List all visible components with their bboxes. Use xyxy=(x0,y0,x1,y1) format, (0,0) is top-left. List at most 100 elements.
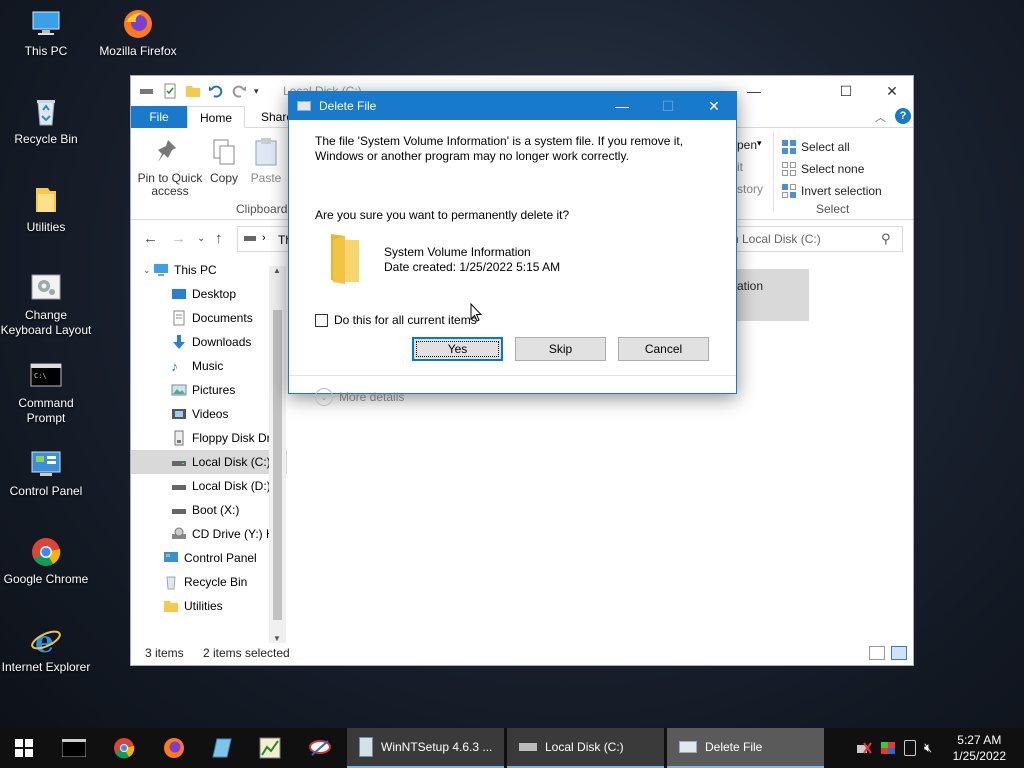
cancel-button[interactable]: Cancel xyxy=(618,337,709,361)
nav-item-music[interactable]: ♪ Music xyxy=(131,354,287,378)
scroll-up-icon[interactable]: ▲ xyxy=(273,266,281,275)
computer-icon xyxy=(30,8,62,40)
taskbar-app-label: WinNTSetup 4.6.3 ... xyxy=(381,740,493,754)
details-view-icon[interactable] xyxy=(869,646,885,660)
volume-muted-icon[interactable]: 🔇︎ xyxy=(924,740,932,756)
desktop-icon-command-prompt[interactable]: C:\ Command Prompt xyxy=(0,360,92,426)
internet-explorer-icon: e xyxy=(30,624,62,660)
system-tray: 🔇︎ xyxy=(856,728,932,768)
desktop-icon-label: Google Chrome xyxy=(3,572,89,586)
desktop-icon-firefox[interactable]: Mozilla Firefox xyxy=(92,8,184,59)
back-button[interactable]: ← xyxy=(143,230,158,247)
taskbar-app-5[interactable] xyxy=(246,728,294,768)
paste-icon xyxy=(250,136,282,168)
clock-date: 1/25/2022 xyxy=(952,749,1006,763)
properties-icon[interactable] xyxy=(162,83,178,99)
undo-icon[interactable] xyxy=(208,83,224,99)
chevron-up-icon[interactable]: ︿ xyxy=(875,109,886,125)
nav-item-pictures[interactable]: Pictures xyxy=(131,378,287,402)
file-item-selected[interactable]: ation xyxy=(737,269,809,321)
taskbar-app-label: Delete File xyxy=(705,740,763,754)
desktop-icon-internet-explorer[interactable]: e Internet Explorer xyxy=(0,624,92,675)
edit-button-partial[interactable]: it xyxy=(737,160,743,174)
desktop-icon-keyboard-layout[interactable]: Change Keyboard Layout xyxy=(0,272,92,338)
nav-item-this-pc[interactable]: ⌄ This PC xyxy=(131,258,287,282)
open-button-partial[interactable]: pen xyxy=(737,138,757,152)
up-button[interactable]: ↑ xyxy=(215,230,223,247)
maximize-button[interactable]: ☐ xyxy=(823,76,869,106)
clock[interactable]: 5:27 AM 1/25/2022 xyxy=(953,732,1006,764)
taskbar-app-4[interactable] xyxy=(198,728,246,768)
display-icon[interactable] xyxy=(880,741,896,755)
nav-item-local-disk-d[interactable]: Local Disk (D:) xyxy=(131,474,287,498)
music-icon: ♪ xyxy=(171,358,178,374)
taskbar-firefox[interactable] xyxy=(150,728,198,768)
yes-button[interactable]: Yes xyxy=(412,337,503,361)
videos-icon xyxy=(171,406,187,422)
redo-icon[interactable] xyxy=(231,83,247,99)
desktop-icon-label: Recycle Bin xyxy=(14,132,78,146)
nav-item-label: Boot (X:) xyxy=(192,503,240,517)
desktop-icon-recycle-bin[interactable]: Recycle Bin xyxy=(0,96,92,147)
tab-file[interactable]: File xyxy=(131,106,187,128)
chevron-down-icon: ▾ xyxy=(757,138,762,148)
desktop-icon-label: This PC xyxy=(24,44,68,58)
select-all-button[interactable]: Select all xyxy=(781,136,882,158)
firefox-icon xyxy=(164,738,184,758)
nav-item-local-disk-c[interactable]: Local Disk (C:) xyxy=(131,450,287,474)
tab-home[interactable]: Home xyxy=(187,106,245,128)
dialog-close-button[interactable]: ✕ xyxy=(691,92,737,120)
pin-quick-access-button[interactable]: Pin to Quick access xyxy=(137,136,203,198)
usb-icon[interactable] xyxy=(904,740,916,756)
taskbar-winntsetup[interactable]: WinNTSetup 4.6.3 ... xyxy=(347,728,504,768)
desktop-icon xyxy=(171,286,187,302)
search-input[interactable]: h Local Disk (C:) xyxy=(723,226,903,252)
network-icon[interactable] xyxy=(856,741,872,755)
nav-item-control-panel[interactable]: Control Panel xyxy=(131,546,287,570)
taskbar-app-6[interactable] xyxy=(296,728,344,768)
paste-button[interactable]: Paste xyxy=(248,136,284,185)
chart-tool-icon xyxy=(259,737,281,759)
nav-item-recycle-bin[interactable]: Recycle Bin xyxy=(131,570,287,594)
large-icons-view-icon[interactable] xyxy=(891,646,907,660)
recent-locations-button[interactable]: ⌄ xyxy=(197,233,205,244)
nav-item-floppy[interactable]: Floppy Disk Dri xyxy=(131,426,287,450)
desktop-icon-control-panel[interactable]: Control Panel xyxy=(0,448,92,499)
nav-item-documents[interactable]: Documents xyxy=(131,306,287,330)
start-button[interactable] xyxy=(0,728,48,768)
apply-all-checkbox[interactable]: Do this for all current items xyxy=(315,313,477,327)
pictures-icon xyxy=(171,382,187,398)
desktop-icon-this-pc[interactable]: This PC xyxy=(0,8,92,59)
dialog-minimize-button[interactable]: — xyxy=(599,92,645,120)
taskbar-local-disk[interactable]: Local Disk (C:) xyxy=(507,728,664,768)
help-icon[interactable]: ? xyxy=(895,108,911,124)
nav-pane-scrollbar[interactable]: ▲ ▼ xyxy=(269,266,286,643)
desktop-icon-utilities[interactable]: Utilities xyxy=(0,184,92,235)
chevron-down-icon: ⌄ xyxy=(143,265,151,275)
skip-button[interactable]: Skip xyxy=(515,337,606,361)
minimize-button[interactable]: — xyxy=(731,76,777,106)
invert-selection-button[interactable]: Invert selection xyxy=(781,180,882,202)
taskbar-chrome[interactable] xyxy=(100,728,148,768)
taskbar: WinNTSetup 4.6.3 ... Local Disk (C:) Del… xyxy=(0,728,1024,768)
scrollbar-thumb[interactable] xyxy=(273,310,282,620)
nav-item-boot-x[interactable]: Boot (X:) xyxy=(131,498,287,522)
close-button[interactable]: ✕ xyxy=(869,76,915,106)
copy-button[interactable]: Copy xyxy=(207,136,241,185)
chevron-down-icon[interactable]: ▾ xyxy=(254,83,262,99)
desktop-icon-chrome[interactable]: Google Chrome xyxy=(0,536,92,587)
checkbox-box[interactable] xyxy=(315,313,328,327)
nav-item-videos[interactable]: Videos xyxy=(131,402,287,426)
nav-item-utilities[interactable]: Utilities xyxy=(131,594,287,618)
select-none-button[interactable]: Select none xyxy=(781,158,882,180)
taskbar-delete-file[interactable]: Delete File xyxy=(667,728,824,768)
checkbox-label: Do this for all current items xyxy=(334,313,477,327)
nav-item-cd-drive[interactable]: CD Drive (Y:) H xyxy=(131,522,287,546)
taskbar-command-prompt[interactable] xyxy=(50,728,98,768)
nav-item-desktop[interactable]: Desktop xyxy=(131,282,287,306)
history-button-partial[interactable]: story xyxy=(737,182,763,196)
forward-button[interactable]: → xyxy=(171,230,186,247)
new-folder-icon[interactable] xyxy=(185,83,201,99)
nav-item-downloads[interactable]: Downloads xyxy=(131,330,287,354)
more-details-toggle[interactable]: ⌄ More details xyxy=(315,388,404,406)
